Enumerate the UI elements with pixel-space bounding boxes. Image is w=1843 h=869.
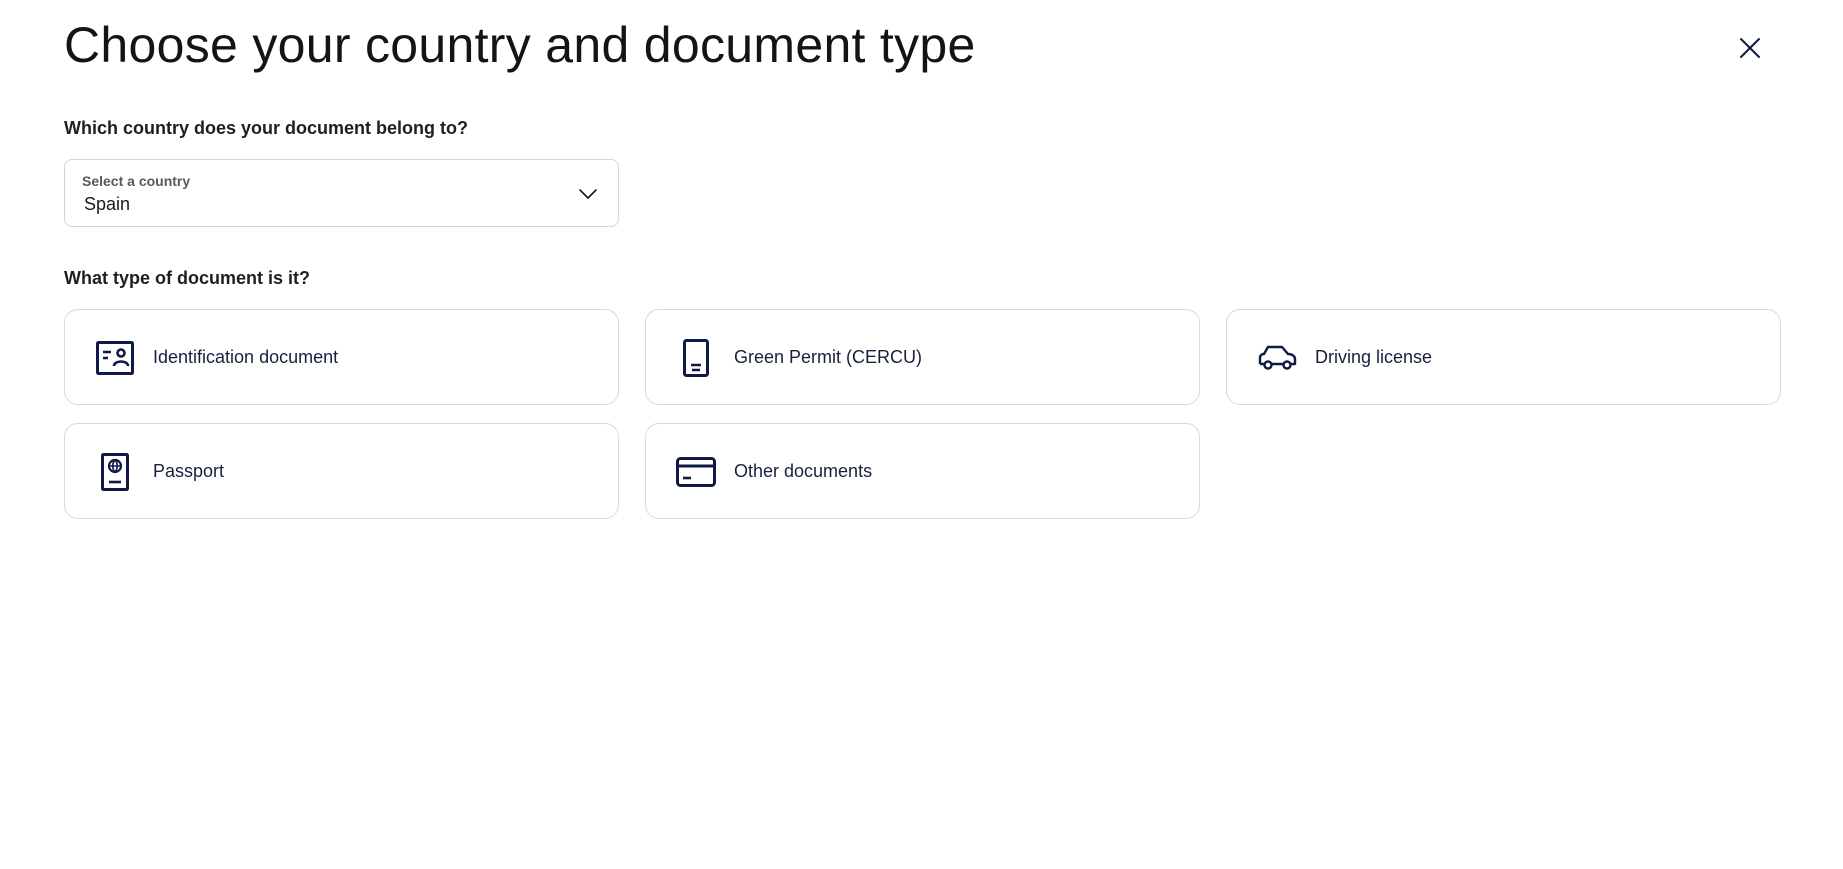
- country-select-label: Select a country: [82, 173, 191, 189]
- document-option-green-permit[interactable]: Green Permit (CERCU): [645, 309, 1200, 405]
- phone-document-icon: [674, 336, 718, 380]
- document-option-label: Other documents: [734, 461, 873, 481]
- id-card-icon: [93, 336, 137, 380]
- document-option-passport[interactable]: Passport: [64, 423, 619, 519]
- close-icon: [1740, 38, 1760, 58]
- country-question: Which country does your document belong …: [64, 118, 468, 138]
- car-icon: [1255, 336, 1299, 380]
- document-option-driving-license[interactable]: Driving license: [1226, 309, 1781, 405]
- document-option-label: Driving license: [1315, 347, 1433, 367]
- document-selection-dialog: Choose your country and document type Wh…: [0, 0, 1843, 869]
- document-type-question: What type of document is it?: [64, 268, 310, 288]
- credit-card-icon: [674, 450, 718, 494]
- close-button[interactable]: [1736, 34, 1764, 62]
- document-option-other[interactable]: Other documents: [645, 423, 1200, 519]
- document-option-label: Green Permit (CERCU): [734, 347, 923, 367]
- country-select[interactable]: Select a country Spain: [64, 159, 619, 227]
- document-option-identification[interactable]: Identification document: [64, 309, 619, 405]
- passport-icon: [93, 450, 137, 494]
- document-option-label: Identification document: [153, 347, 339, 367]
- country-select-value: Spain: [84, 194, 131, 214]
- chevron-down-icon: [579, 189, 597, 199]
- page-title: Choose your country and document type: [64, 17, 976, 73]
- document-option-label: Passport: [153, 461, 225, 481]
